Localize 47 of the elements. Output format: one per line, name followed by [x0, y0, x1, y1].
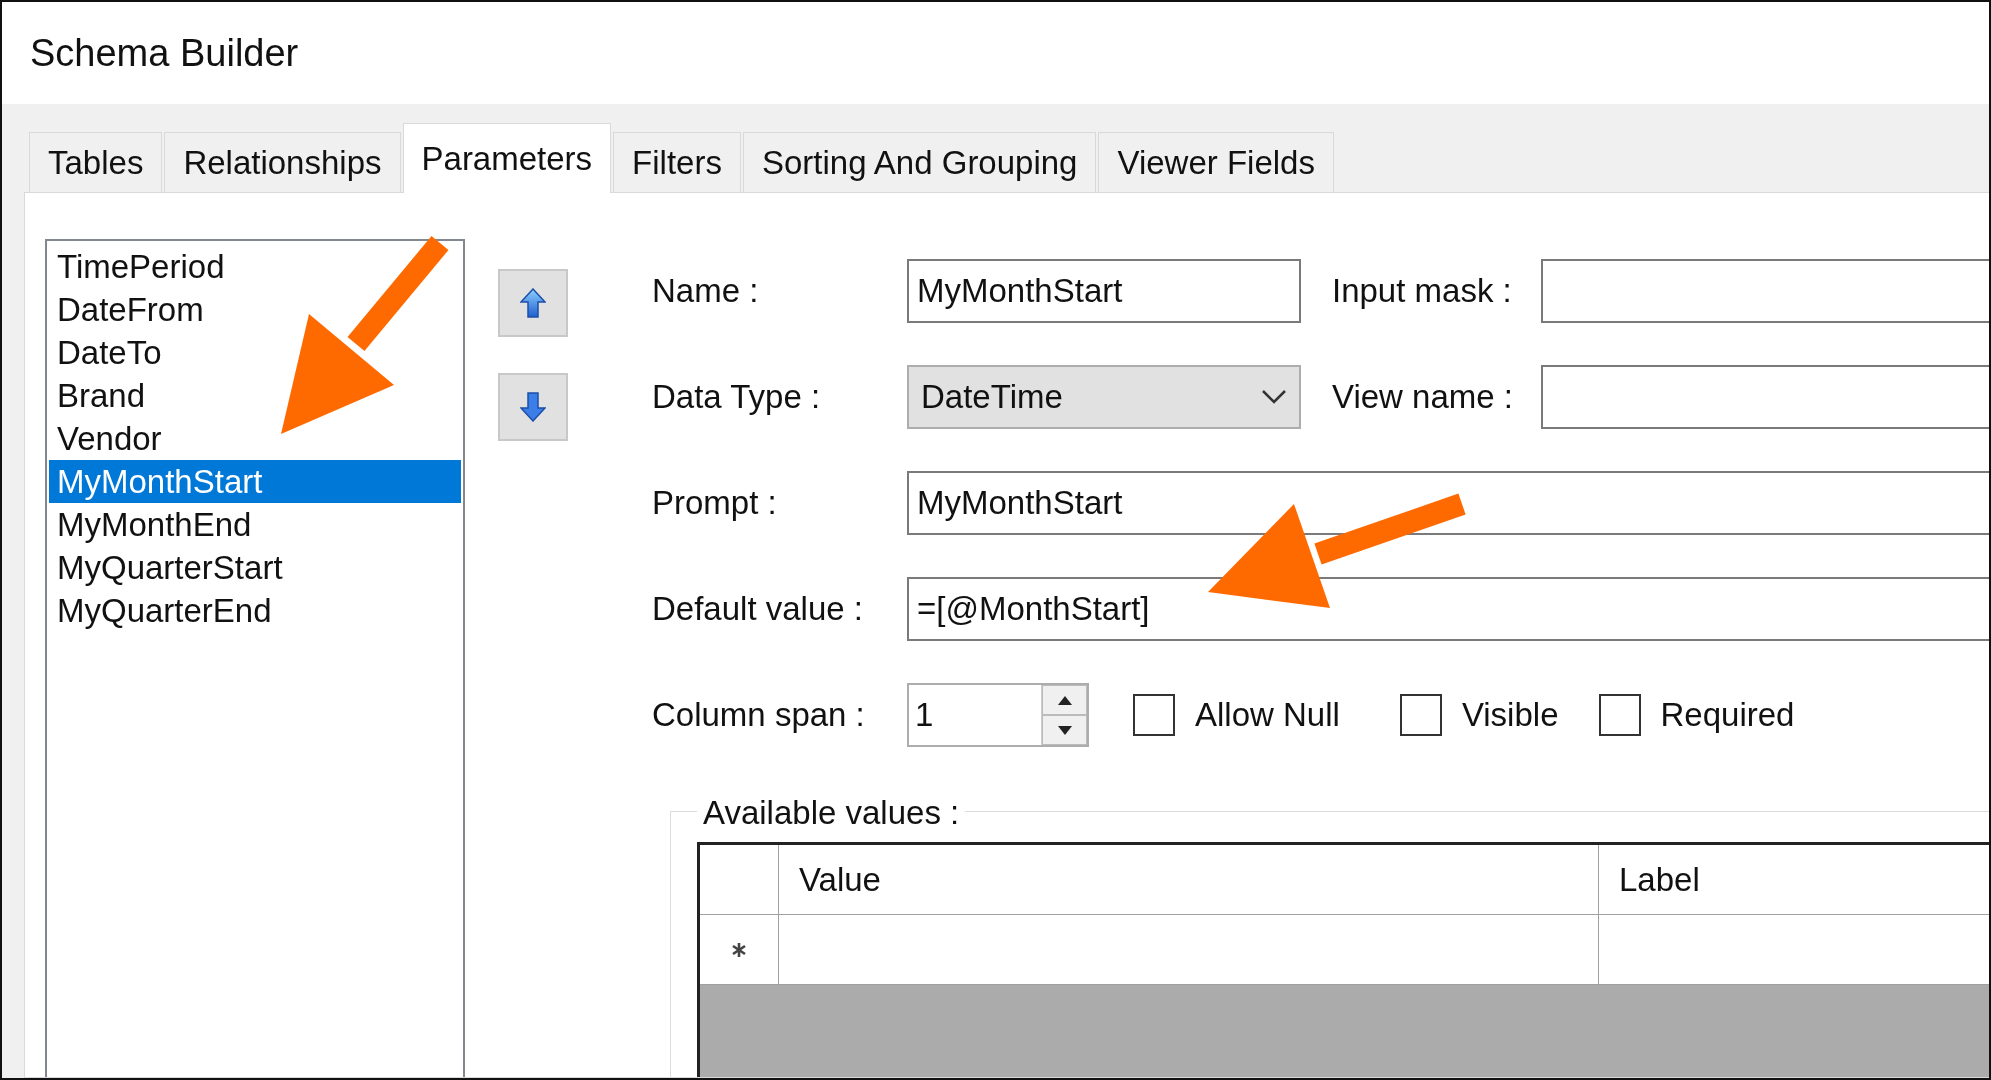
field-label: Column span :: [652, 695, 866, 736]
checkbox[interactable]: [1399, 694, 1442, 736]
tab[interactable]: Filters: [613, 132, 741, 192]
column-header[interactable]: Label: [1599, 845, 1989, 914]
checkbox-label: Visible: [1461, 695, 1559, 736]
field-label: View name :: [1332, 377, 1514, 418]
triangle-down-icon: [1057, 725, 1072, 735]
tab[interactable]: Sorting And Grouping: [742, 132, 1097, 192]
checkbox-label: Allow Null: [1195, 695, 1340, 736]
asterisk-icon: [731, 941, 747, 958]
checkbox[interactable]: [1133, 694, 1175, 736]
list-item[interactable]: Brand: [49, 374, 461, 417]
list-item[interactable]: MyQuarterEnd: [49, 589, 461, 632]
list-item[interactable]: Vendor: [49, 417, 461, 460]
tab[interactable]: Tables: [29, 132, 163, 192]
down-arrow-icon: [520, 392, 546, 422]
triangle-up-icon: [1057, 695, 1072, 705]
name-field[interactable]: MyMonthStart: [907, 259, 1301, 323]
field-label: Default value :: [652, 589, 864, 630]
list-item[interactable]: MyMonthStart: [49, 460, 461, 503]
checkbox-label: Required: [1660, 695, 1795, 736]
tab[interactable]: Viewer Fields: [1098, 132, 1334, 192]
list-item[interactable]: TimePeriod: [49, 245, 461, 288]
up-arrow-icon: [520, 288, 546, 318]
view-name-field[interactable]: [1541, 365, 1989, 429]
list-item[interactable]: MyQuarterStart: [49, 546, 461, 589]
column-header[interactable]: Value: [779, 845, 1599, 914]
spin-up-button[interactable]: [1042, 685, 1087, 715]
field-label: Data Type :: [652, 377, 822, 418]
move-down-button[interactable]: [498, 373, 568, 441]
field-label: Name :: [652, 271, 760, 312]
list-item[interactable]: DateFrom: [49, 288, 461, 331]
chevron-down-icon: [1261, 389, 1287, 405]
move-up-button[interactable]: [498, 269, 568, 337]
input-mask-field[interactable]: [1541, 259, 1989, 323]
spin-down-button[interactable]: [1042, 715, 1087, 745]
field-label: Prompt :: [652, 483, 778, 524]
prompt-field[interactable]: MyMonthStart: [907, 471, 1989, 535]
tab[interactable]: Relationships: [164, 132, 401, 192]
list-item[interactable]: DateTo: [49, 331, 461, 374]
list-item[interactable]: MyMonthEnd: [49, 503, 461, 546]
data-type-dropdown[interactable]: DateTime: [907, 365, 1301, 429]
column-span-spinner[interactable]: 1: [907, 683, 1089, 747]
tab[interactable]: Parameters: [402, 123, 612, 193]
checkbox[interactable]: [1598, 694, 1641, 736]
default-value-field[interactable]: =[@MonthStart]: [907, 577, 1989, 641]
field-label: Input mask :: [1332, 271, 1513, 312]
